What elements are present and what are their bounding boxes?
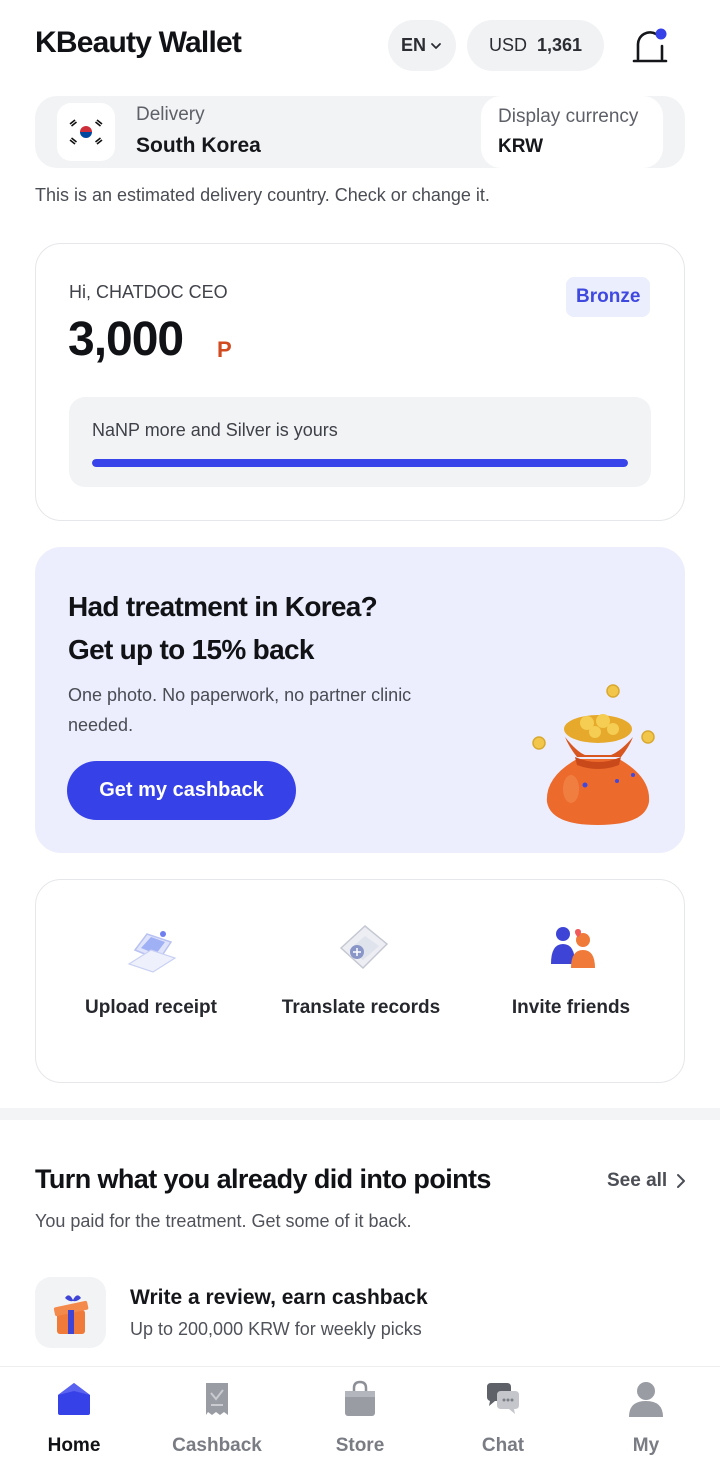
chevron-down-icon [431,42,441,49]
nav-chat[interactable]: Chat [431,1379,575,1457]
delivery-selector[interactable]: Delivery South Korea Display currency KR… [35,96,685,168]
delivery-country: South Korea [136,134,261,157]
receipt-icon [206,1383,228,1415]
tier-badge: Bronze [566,277,651,317]
notification-bell-icon[interactable] [630,26,670,66]
cashback-promo-banner: Had treatment in Korea? Get up to 15% ba… [35,547,685,853]
translate-records-action[interactable]: Translate records [256,920,466,1019]
display-currency-selector[interactable]: Display currency KRW [481,96,663,168]
receipt-upload-icon [127,931,177,973]
currency-rate-button[interactable]: USD 1,361 [467,20,604,71]
list-item-icon [35,1277,106,1348]
currency-rate: 1,361 [536,35,583,55]
delivery-label: Delivery [136,104,205,125]
nav-cashback[interactable]: Cashback [145,1379,289,1457]
friends-icon [551,927,595,968]
money-bag-icon [532,684,655,825]
nav-my[interactable]: My [574,1379,718,1457]
profile-icon [629,1382,663,1417]
bottom-navigation: Home Cashback Store Chat My [0,1366,720,1468]
south-korea-flag-icon [66,117,106,147]
nav-store[interactable]: Store [288,1379,432,1457]
section-title: Turn what you already did into points [35,1164,491,1194]
tier-progress-track [92,459,628,467]
nav-chat-label: Chat [481,1435,525,1456]
nav-home[interactable]: Home [2,1379,146,1457]
nav-my-label: My [632,1435,660,1456]
list-item-subtitle: Up to 200,000 KRW for weekly picks [130,1319,422,1339]
app-header: KBeauty Wallet EN USD 1,361 [0,0,720,92]
quick-actions: Upload receipt Translate records Invite … [35,879,685,1083]
app-title: KBeauty Wallet [35,26,242,59]
translate-records-label: Translate records [281,997,441,1018]
invite-friends-action[interactable]: Invite friends [466,920,676,1019]
invite-friends-label: Invite friends [511,997,631,1018]
nav-store-label: Store [335,1435,385,1456]
language-selector[interactable]: EN [388,20,456,71]
gift-box-icon [53,1294,88,1334]
promo-title-line2: Get up to 15% back [68,634,314,665]
upload-receipt-action[interactable]: Upload receipt [46,920,256,1019]
points-unit: P [217,337,232,362]
display-currency-label: Display currency [498,106,639,127]
see-all-label: See all [607,1170,668,1191]
display-currency-value: KRW [498,136,544,157]
list-item-title: Write a review, earn cashback [130,1286,428,1309]
chat-bubbles-icon [487,1383,519,1414]
promo-subtitle: One photo. No paperwork, no partner clin… [68,685,412,735]
currency-code: USD [488,35,527,55]
estimated-country-note: This is an estimated delivery country. C… [35,185,490,205]
tier-progress-fill [92,459,628,467]
user-greeting: Hi, CHATDOC CEO [69,282,228,302]
chevron-right-icon [677,1174,686,1188]
points-card[interactable]: Hi, CHATDOC CEO Bronze 3,000 P NaNP more… [35,243,685,521]
nav-cashback-label: Cashback [172,1435,262,1456]
tier-progress-text: NaNP more and Silver is yours [92,420,338,440]
points-balance: 3,000 [68,313,184,366]
promo-title-line1: Had treatment in Korea? [68,591,378,622]
home-icon [58,1383,90,1415]
section-subtitle: You paid for the treatment. Get some of … [35,1211,412,1231]
get-cashback-button[interactable]: Get my cashback [67,761,296,820]
language-label: EN [400,35,426,55]
promo-title: Had treatment in Korea? Get up to 15% ba… [68,585,488,671]
list-item[interactable]: Write a review, earn cashback Up to 200,… [35,1277,685,1349]
notification-dot [655,28,667,40]
shopping-bag-icon [345,1380,375,1416]
tier-progress: NaNP more and Silver is yours [69,397,651,487]
upload-receipt-label: Upload receipt [85,997,217,1018]
flag-icon-container [57,103,115,161]
section-divider [0,1108,720,1120]
see-all-link[interactable]: See all [607,1170,687,1192]
nav-home-label: Home [47,1435,101,1456]
translate-document-icon [339,925,389,970]
